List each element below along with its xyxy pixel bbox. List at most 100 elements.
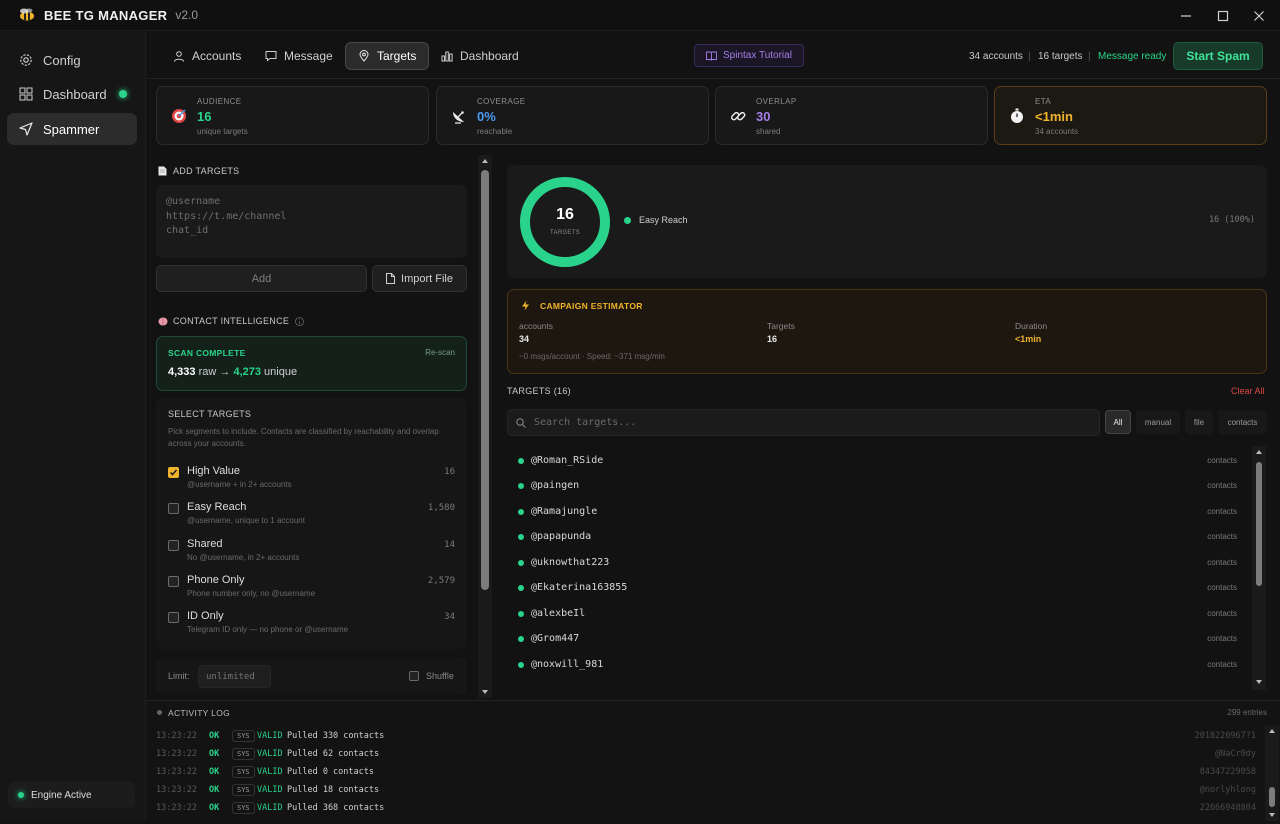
import-file-button[interactable]: Import File — [372, 265, 467, 292]
target-source: contacts — [1207, 507, 1237, 516]
sidebar-item-label: Config — [43, 52, 81, 68]
app-version: v2.0 — [175, 8, 199, 22]
list-item[interactable]: @papapunda contacts — [507, 524, 1247, 549]
tab-label: Dashboard — [460, 49, 519, 63]
segment-count: 14 — [444, 540, 455, 550]
audience-card: AUDIENCE 16 unique targets — [156, 86, 429, 145]
log-time: 13:23:22 — [156, 731, 197, 741]
segment-desc: No @username, in 2+ accounts — [187, 553, 300, 562]
segment-high-value[interactable]: High Value @username + in 2+ accounts 16 — [168, 464, 458, 494]
search-input[interactable]: Search targets... — [507, 409, 1100, 436]
bar-chart-icon — [441, 50, 453, 62]
document-icon — [158, 166, 167, 176]
target-source: contacts — [1207, 481, 1237, 490]
filter-manual[interactable]: manual — [1136, 410, 1180, 434]
log-ref: 84347229058 — [1199, 767, 1256, 777]
log-tag: SYS — [232, 766, 255, 778]
list-item[interactable]: @Grom447 contacts — [507, 626, 1247, 651]
target-source: contacts — [1207, 558, 1237, 567]
sidebar-item-dashboard[interactable]: Dashboard — [7, 78, 137, 110]
segment-name: ID Only — [187, 610, 224, 622]
rescan-button[interactable]: Re-scan — [425, 348, 455, 357]
target-source: contacts — [1207, 532, 1237, 541]
log-kind: VALID — [257, 767, 283, 777]
lightning-icon — [521, 300, 530, 311]
log-ref: 2018220967?1 — [1194, 731, 1256, 741]
target-name: @Grom447 — [531, 633, 580, 644]
tab-message[interactable]: Message — [253, 42, 345, 70]
segment-name: Shared — [187, 538, 223, 550]
left-panel-scrollbar[interactable] — [478, 155, 492, 698]
checkbox[interactable] — [168, 503, 179, 514]
status-dot — [518, 611, 524, 617]
log-time: 13:23:22 — [156, 803, 197, 813]
add-button[interactable]: Add — [156, 265, 367, 292]
maximize-button[interactable] — [1205, 0, 1241, 31]
target-source: contacts — [1207, 634, 1237, 643]
eta-value: <1min — [1035, 109, 1073, 124]
filter-all[interactable]: All — [1105, 410, 1131, 434]
log-time: 13:23:22 — [156, 749, 197, 759]
user-icon — [173, 50, 185, 62]
tab-targets[interactable]: Targets — [345, 42, 430, 70]
sidebar-item-label: Dashboard — [43, 86, 107, 102]
sidebar-item-config[interactable]: Config — [7, 44, 137, 76]
filter-file[interactable]: file — [1185, 410, 1213, 434]
spintax-tutorial-button[interactable]: Spintax Tutorial — [694, 44, 804, 67]
overlap-card: OVERLAP 30 shared — [715, 86, 988, 145]
filter-contacts[interactable]: contacts — [1218, 410, 1267, 434]
overlap-sub: shared — [756, 127, 781, 136]
clear-all-button[interactable]: Clear All — [1231, 386, 1265, 396]
audience-label: AUDIENCE — [197, 97, 242, 106]
segment-easy-reach[interactable]: Easy Reach @username, unique to 1 accoun… — [168, 500, 458, 530]
target-source: contacts — [1207, 583, 1237, 592]
tab-label: Message — [284, 49, 333, 63]
status-dot — [518, 509, 524, 515]
estimator-title: CAMPAIGN ESTIMATOR — [540, 301, 643, 311]
log-tag: SYS — [232, 802, 255, 814]
placeholder-line: chat_id — [166, 225, 209, 236]
limit-row: Limit: Shuffle — [156, 657, 467, 695]
gear-icon — [18, 52, 34, 68]
sidebar-item-spammer[interactable]: Spammer — [7, 113, 137, 145]
list-scrollbar[interactable] — [1252, 446, 1266, 690]
engine-status: Engine Active — [8, 782, 135, 808]
list-item[interactable]: @noxwill_981 contacts — [507, 652, 1247, 677]
link-icon — [729, 107, 747, 125]
tab-accounts[interactable]: Accounts — [161, 42, 253, 70]
list-item[interactable]: @uknowthat223 contacts — [507, 550, 1247, 575]
segment-shared[interactable]: Shared No @username, in 2+ accounts 14 — [168, 537, 458, 567]
target-name: @uknowthat223 — [531, 557, 610, 568]
checkbox[interactable] — [168, 612, 179, 623]
limit-input[interactable] — [198, 665, 271, 688]
segment-phone-only[interactable]: Phone Only Phone number only, no @userna… — [168, 573, 458, 603]
list-item[interactable]: @paingen contacts — [507, 473, 1247, 498]
shuffle-label: Shuffle — [426, 671, 454, 681]
start-spam-button[interactable]: Start Spam — [1173, 42, 1263, 70]
status-dot — [119, 90, 127, 98]
tab-dashboard[interactable]: Dashboard — [429, 42, 531, 70]
targets-textarea[interactable]: @username https://t.me/channel chat_id — [156, 185, 467, 258]
shuffle-checkbox[interactable] — [409, 671, 419, 681]
target-source: contacts — [1207, 660, 1237, 669]
send-icon — [18, 121, 34, 137]
list-item[interactable]: @Roman_RSide contacts — [507, 448, 1247, 473]
coverage-sub: reachable — [477, 127, 513, 136]
close-button[interactable] — [1241, 0, 1277, 31]
list-item[interactable]: @Ramajungle contacts — [507, 499, 1247, 524]
log-scrollbar[interactable] — [1265, 725, 1279, 821]
checkbox[interactable] — [168, 467, 179, 478]
checkbox[interactable] — [168, 576, 179, 587]
log-row: 13:23:22 OK SYS VALID Pulled 0 contacts … — [156, 766, 1256, 783]
segment-id-only[interactable]: ID Only Telegram ID only — no phone or @… — [168, 609, 458, 639]
eta-label: ETA — [1035, 97, 1052, 106]
file-icon — [386, 273, 396, 284]
log-tag: SYS — [232, 748, 255, 760]
list-item[interactable]: @Ekaterina163855 contacts — [507, 575, 1247, 600]
checkbox[interactable] — [168, 540, 179, 551]
message-icon — [265, 50, 277, 62]
minimize-button[interactable] — [1168, 0, 1204, 31]
list-item[interactable]: @alexbeIl contacts — [507, 601, 1247, 626]
import-label: Import File — [401, 272, 453, 285]
estimator-footer: ~0 msgs/account · Speed: ~371 msg/min — [519, 352, 665, 361]
